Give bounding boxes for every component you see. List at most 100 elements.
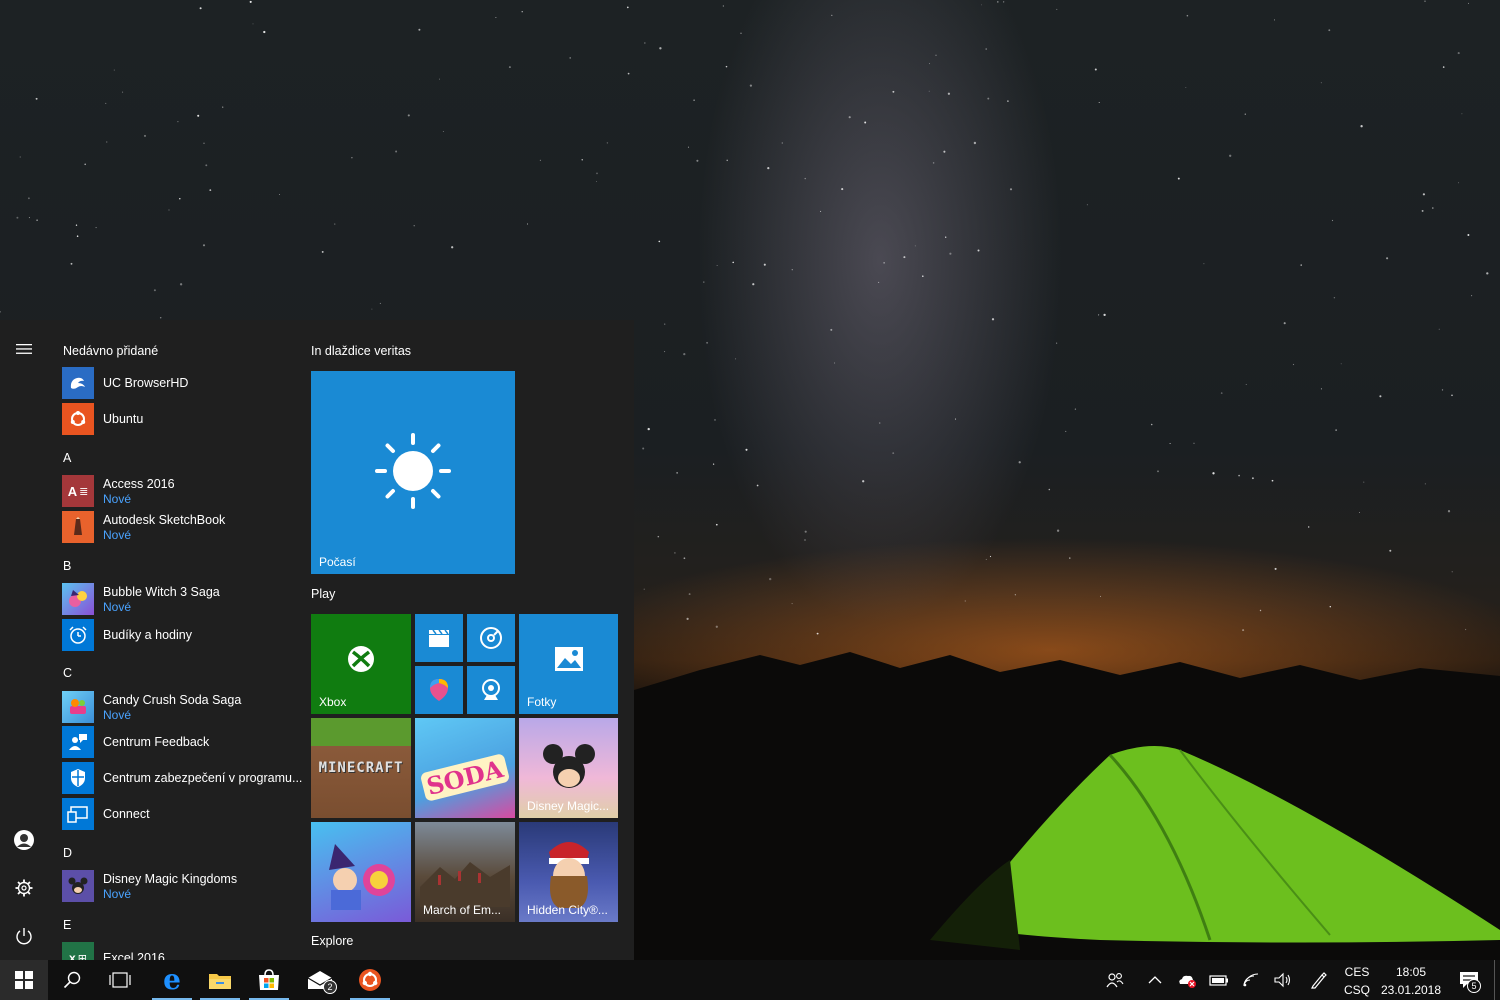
tile-label: Hidden City®... [527,903,608,917]
photos-tile[interactable]: Fotky [519,614,618,714]
disney-magic-tile[interactable]: Disney Magic... [519,718,618,818]
clock-date: 23.01.2018 [1380,983,1442,997]
app-name: Disney Magic Kingdoms [103,871,238,886]
app-item-uc-browser[interactable]: UC BrowserHD [62,365,298,401]
task-view-icon [109,972,131,988]
app-item-disney[interactable]: Disney Magic Kingdoms Nové [62,868,298,904]
battery-tray-button[interactable] [1206,960,1232,1000]
app-item-access[interactable]: A ≣ Access 2016 Nové [62,473,298,509]
xbox-tile[interactable]: Xbox [311,614,411,714]
app-name: Centrum Feedback [103,735,210,749]
wifi-icon [1243,973,1259,987]
groove-music-tile[interactable] [467,614,515,662]
tile-label: Xbox [319,695,347,709]
ubuntu-taskbar-button[interactable] [346,960,394,1000]
onedrive-tray-button[interactable] [1174,960,1200,1000]
paint3d-tile[interactable] [415,666,463,714]
app-item-alarms[interactable]: Budíky a hodiny [62,617,298,653]
movies-tile[interactable] [415,614,463,662]
clock-time: 18:05 [1395,965,1427,979]
candy-crush-soda-tile[interactable]: SODA [415,718,515,818]
tile-area: In dlaždice veritas Počasí Play Xbox Fot… [298,320,634,960]
language-code: CES [1344,965,1370,979]
app-name: Access 2016 [103,476,175,491]
bubble-witch-tile[interactable] [311,822,411,922]
webcam-tile[interactable] [467,666,515,714]
hamburger-icon[interactable] [0,329,48,369]
windows-ink-button[interactable] [1306,960,1332,1000]
candy-crush-soda-icon: SODA [415,718,515,818]
app-item-ubuntu[interactable]: Ubuntu [62,401,298,437]
candy-crush-icon [62,691,94,723]
march-of-empires-tile[interactable]: March of Em... [415,822,515,922]
app-name: UC BrowserHD [103,376,189,390]
tile-group-title[interactable]: Explore [311,934,353,948]
tile-label: Disney Magic... [527,799,610,813]
app-item-bubble-witch[interactable]: Bubble Witch 3 Saga Nové [62,581,298,617]
tile-group-title[interactable]: In dlaždice veritas [311,344,411,358]
movies-icon [415,614,463,662]
user-avatar-icon[interactable] [0,820,48,860]
show-hidden-icons-button[interactable] [1142,960,1168,1000]
start-menu-rail [0,320,48,960]
start-button[interactable] [0,960,48,1000]
paint3d-icon [415,666,463,714]
search-button[interactable] [48,960,96,1000]
tile-label: Fotky [527,695,557,709]
letter-header-b[interactable]: B [63,559,71,573]
mail-badge: 2 [323,980,337,994]
edge-button[interactable]: e [148,960,196,1000]
app-name: Excel 2016 [103,951,165,960]
notification-count: 5 [1467,979,1481,993]
volume-tray-button[interactable] [1270,960,1296,1000]
letter-header-c[interactable]: C [63,666,72,680]
tile-label: March of Em... [423,903,502,917]
chevron-up-icon [1148,976,1162,984]
letter-header-e[interactable]: E [63,918,71,932]
gear-icon[interactable] [0,868,48,908]
app-item-excel[interactable]: x ⊞ Excel 2016 [62,940,298,960]
app-list: Nedávno přidané UC BrowserHD Ubuntu A A ≣… [48,320,302,960]
network-tray-button[interactable] [1238,960,1264,1000]
app-item-candy-crush[interactable]: Candy Crush Soda Saga Nové [62,689,298,725]
ubuntu-icon [62,403,94,435]
alarm-clock-icon [62,619,94,651]
app-item-defender[interactable]: Centrum zabezpečení v programu... [62,760,302,796]
hidden-city-tile[interactable]: Hidden City®... [519,822,618,922]
letter-header-a[interactable]: A [63,451,71,465]
sketchbook-icon [62,511,94,543]
bubble-witch-icon [62,583,94,615]
action-center-button[interactable]: 5 [1452,960,1486,1000]
new-badge: Nové [103,491,132,506]
tile-group-title[interactable]: Play [311,587,335,601]
app-name: Autodesk SketchBook [103,512,226,527]
app-item-connect[interactable]: Connect [62,796,298,832]
input-language[interactable]: CES CSQ [1340,965,1374,997]
connect-icon [62,798,94,830]
power-icon[interactable] [0,916,48,956]
pen-icon [1311,972,1327,989]
mail-button[interactable]: 2 [296,960,344,1000]
weather-tile[interactable]: Počasí [311,371,515,574]
bubble-witch-icon [311,822,411,922]
task-view-button[interactable] [96,960,144,1000]
minecraft-tile[interactable]: MINECRAFT [311,718,411,818]
shield-icon [62,762,94,794]
tile-label: Počasí [319,555,356,569]
edge-icon: e [163,963,181,996]
people-icon [1106,973,1124,988]
app-item-sketchbook[interactable]: Autodesk SketchBook Nové [62,509,298,545]
app-item-feedback[interactable]: Centrum Feedback [62,724,298,760]
letter-header-d[interactable]: D [63,846,72,860]
people-button[interactable] [1100,960,1130,1000]
onedrive-error-icon [1179,975,1196,988]
file-explorer-button[interactable] [196,960,244,1000]
ubuntu-icon [359,969,381,991]
battery-icon [1209,975,1228,986]
clock[interactable]: 18:05 23.01.2018 [1378,965,1444,997]
windows-start-icon [15,971,33,989]
store-button[interactable] [245,960,293,1000]
show-desktop-divider[interactable] [1494,960,1495,1000]
search-icon [63,971,81,989]
access-icon: A ≣ [62,475,94,507]
